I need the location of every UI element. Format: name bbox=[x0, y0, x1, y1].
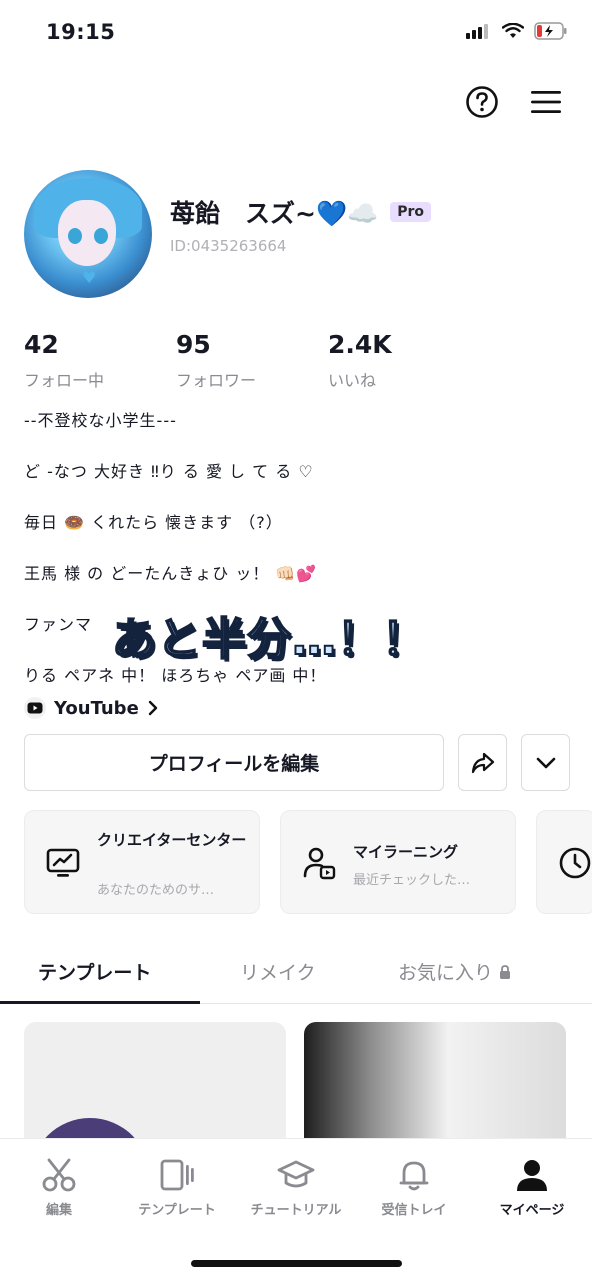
lock-icon bbox=[500, 964, 511, 979]
nav-templates[interactable]: テンプレート bbox=[118, 1157, 236, 1218]
action-row: プロフィールを編集 bbox=[24, 734, 570, 791]
nav-inbox[interactable]: 受信トレイ bbox=[355, 1157, 473, 1218]
tab-remix[interactable]: リメイク bbox=[240, 958, 316, 985]
active-tab-indicator bbox=[0, 1001, 200, 1004]
content-tabs: テンプレート リメイク お気に入り bbox=[0, 940, 592, 1004]
profile-id: ID:0435263664 bbox=[170, 237, 287, 255]
graduation-cap-icon bbox=[237, 1157, 355, 1193]
nav-label: マイページ bbox=[499, 1203, 565, 1218]
cellular-signal-icon bbox=[466, 24, 488, 39]
status-time: 19:15 bbox=[46, 20, 116, 44]
bell-icon bbox=[355, 1157, 473, 1193]
stat-followers[interactable]: 95 フォロワー bbox=[176, 330, 328, 391]
clock-icon bbox=[557, 845, 592, 881]
template-icon bbox=[118, 1157, 236, 1193]
stat-value: 2.4K bbox=[328, 330, 392, 359]
bottom-nav: 編集 テンプレート チュートリアル 受信トレイ マイページ bbox=[0, 1138, 592, 1280]
profile-name-row: 苺飴 スズ~💙☁️ Pro bbox=[170, 194, 432, 230]
card-subtitle: あなたのためのサ… bbox=[97, 883, 215, 898]
wifi-icon bbox=[502, 23, 524, 38]
chevron-down-icon bbox=[536, 757, 555, 768]
card-title: クリエイターセンター bbox=[97, 831, 247, 849]
scissors-icon bbox=[0, 1157, 118, 1193]
youtube-icon bbox=[24, 697, 46, 719]
help-circle-icon[interactable] bbox=[464, 84, 500, 120]
top-actions bbox=[464, 84, 564, 120]
nav-label: 編集 bbox=[45, 1203, 72, 1218]
profile-name: 苺飴 スズ~💙☁️ bbox=[170, 199, 379, 228]
nav-edit[interactable]: 編集 bbox=[0, 1157, 118, 1218]
more-button[interactable] bbox=[521, 734, 570, 791]
stat-label: フォロワー bbox=[176, 371, 257, 390]
stats-row: 42 フォロー中 95 フォロワー 2.4K いいね bbox=[24, 330, 480, 391]
chevron-right-icon bbox=[148, 700, 157, 716]
feature-cards: クリエイターセンター あなたのためのサ… マイラーニング 最近チェックした… bbox=[24, 810, 592, 914]
nav-mypage[interactable]: マイページ bbox=[473, 1157, 591, 1218]
stat-value: 42 bbox=[24, 330, 59, 359]
stat-following[interactable]: 42 フォロー中 bbox=[24, 330, 176, 391]
stat-value: 95 bbox=[176, 330, 211, 359]
hamburger-menu-icon[interactable] bbox=[528, 84, 564, 120]
bio-line: ど -なつ 大好き ‼り る 愛 し て る ♡ bbox=[24, 462, 314, 481]
youtube-link[interactable]: YouTube bbox=[24, 697, 159, 719]
bio-line: 毎日 🍩 くれたら 懐きます （?） bbox=[24, 513, 283, 532]
status-icons bbox=[466, 22, 568, 40]
history-card[interactable] bbox=[536, 810, 592, 914]
home-indicator[interactable] bbox=[191, 1260, 402, 1267]
stat-label: いいね bbox=[328, 371, 377, 390]
tab-favorites-label: お気に入り bbox=[398, 962, 494, 984]
bio-line: --不登校な小学生--- bbox=[24, 411, 177, 430]
overlay-sticker-text: あと半分…！！ bbox=[111, 613, 427, 666]
profile-icon bbox=[473, 1157, 591, 1193]
tab-templates[interactable]: テンプレート bbox=[38, 958, 151, 985]
stat-label: フォロー中 bbox=[24, 371, 105, 390]
nav-label: チュートリアル bbox=[250, 1203, 342, 1218]
card-subtitle: 最近チェックした… bbox=[353, 873, 471, 888]
stat-likes[interactable]: 2.4K いいね bbox=[328, 330, 480, 391]
bio: --不登校な小学生--- ど -なつ 大好き ‼り る 愛 し て る ♡ 毎日… bbox=[24, 408, 584, 714]
nav-label: テンプレート bbox=[138, 1203, 216, 1218]
my-learning-card[interactable]: マイラーニング 最近チェックした… bbox=[280, 810, 516, 914]
nav-tutorial[interactable]: チュートリアル bbox=[237, 1157, 355, 1218]
nav-label: 受信トレイ bbox=[381, 1203, 447, 1218]
share-arrow-icon bbox=[471, 752, 494, 773]
avatar[interactable]: ♥ bbox=[24, 170, 152, 298]
tab-favorites[interactable]: お気に入り bbox=[398, 958, 511, 985]
battery-charging-icon bbox=[534, 22, 567, 40]
creator-center-card[interactable]: クリエイターセンター あなたのためのサ… bbox=[24, 810, 260, 914]
edit-profile-button[interactable]: プロフィールを編集 bbox=[24, 734, 444, 791]
card-title: マイラーニング bbox=[353, 843, 459, 861]
pro-badge: Pro bbox=[390, 202, 432, 222]
share-button[interactable] bbox=[458, 734, 507, 791]
youtube-label: YouTube bbox=[54, 697, 139, 719]
status-bar: 19:15 bbox=[0, 0, 592, 62]
monitor-chart-icon bbox=[45, 845, 81, 881]
person-play-icon bbox=[301, 845, 337, 881]
